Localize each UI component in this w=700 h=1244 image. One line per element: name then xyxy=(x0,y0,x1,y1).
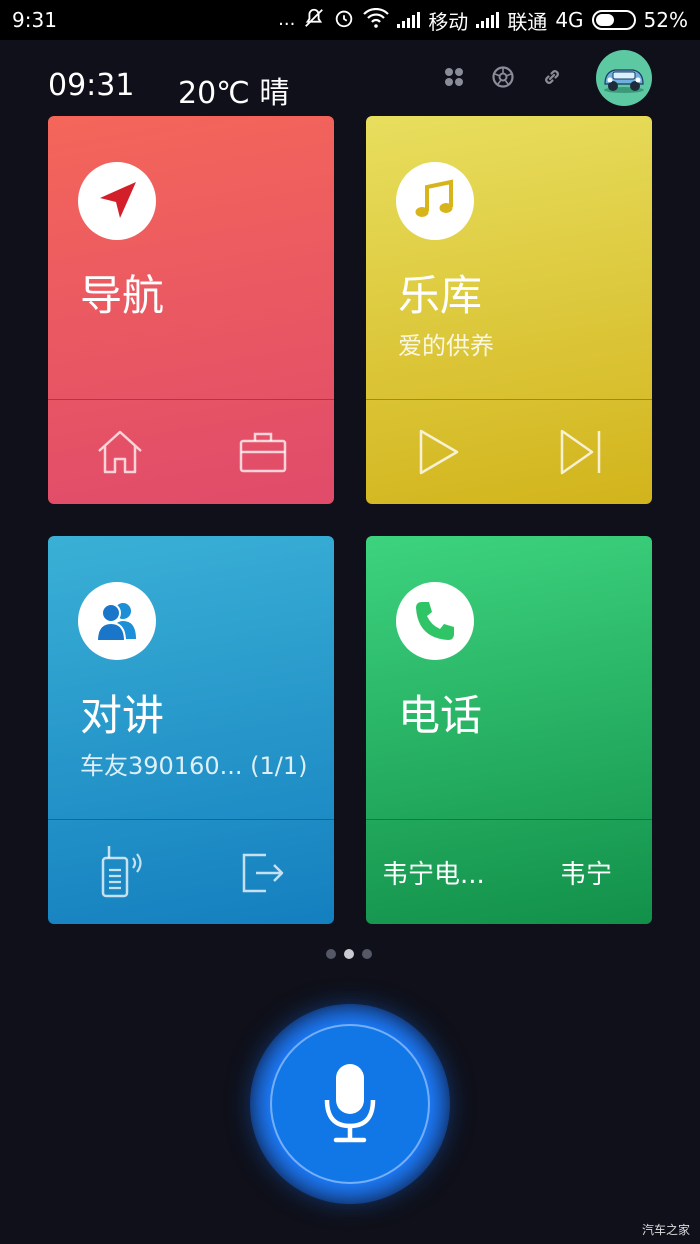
music-card[interactable]: 乐库 爱的供养 xyxy=(366,116,652,504)
recent-contact-1[interactable]: 韦宁电... xyxy=(382,854,485,891)
clock: 09:31 xyxy=(48,68,135,103)
battery-icon xyxy=(591,10,636,30)
carrier-1: 移动 xyxy=(428,9,469,34)
network-type: 4G xyxy=(555,8,584,32)
music-note-icon xyxy=(396,162,474,240)
walkie-talkie-icon xyxy=(101,846,142,898)
navigation-icon xyxy=(78,162,156,240)
company-button[interactable] xyxy=(233,422,293,482)
weather: 20℃ 晴 xyxy=(178,76,290,111)
signal-icon xyxy=(397,12,421,28)
channel-name: 车友390160... (1/1) xyxy=(80,752,308,780)
avatar[interactable] xyxy=(596,50,652,106)
recent-contact-2[interactable]: 韦宁 xyxy=(560,854,612,891)
link-icon[interactable] xyxy=(539,64,565,90)
fan-icon[interactable] xyxy=(441,64,467,90)
car-avatar-icon xyxy=(604,69,644,93)
briefcase-icon xyxy=(239,432,286,473)
navigation-card[interactable]: 导航 xyxy=(48,116,334,504)
current-song: 爱的供养 xyxy=(398,332,494,360)
group-users-icon xyxy=(78,582,156,660)
exit-channel-button[interactable] xyxy=(233,842,293,902)
signal-icon-2 xyxy=(476,12,500,28)
page-dot[interactable] xyxy=(326,949,336,959)
mute-icon xyxy=(303,7,325,34)
play-button[interactable] xyxy=(408,422,468,482)
page-indicator xyxy=(326,949,372,959)
intercom-card[interactable]: 对讲 车友390160... (1/1) xyxy=(48,536,334,924)
wifi-icon xyxy=(363,7,390,33)
more-dots-icon: ... xyxy=(278,9,296,30)
page-dot-active[interactable] xyxy=(344,949,354,959)
navigation-title: 导航 xyxy=(80,271,165,320)
skip-next-icon xyxy=(560,429,600,475)
exit-icon xyxy=(242,853,283,893)
intercom-title: 对讲 xyxy=(80,691,165,740)
walkie-talkie-button[interactable] xyxy=(90,842,150,902)
status-icons: ... 移动 联通 4G 52% xyxy=(278,6,688,35)
play-icon xyxy=(419,429,458,475)
status-bar: 9:31 ... 移动 联通 4G 52% xyxy=(0,0,700,40)
battery-percent: 52% xyxy=(643,8,688,32)
page-dot[interactable] xyxy=(362,949,372,959)
music-title: 乐库 xyxy=(398,271,483,320)
carrier-2: 联通 xyxy=(507,9,548,34)
microphone-icon xyxy=(324,1064,376,1143)
alarm-icon xyxy=(333,7,355,34)
phone-title: 电话 xyxy=(398,691,483,740)
voice-input-button[interactable] xyxy=(270,1024,430,1184)
steering-wheel-icon[interactable] xyxy=(490,64,516,90)
home-icon xyxy=(97,430,142,474)
phone-card[interactable]: 电话 韦宁电... 韦宁 xyxy=(366,536,652,924)
status-time: 9:31 xyxy=(12,8,57,32)
home-button[interactable] xyxy=(90,422,150,482)
phone-icon xyxy=(396,582,474,660)
next-track-button[interactable] xyxy=(551,422,611,482)
watermark: 汽车之家 xyxy=(641,1223,690,1237)
